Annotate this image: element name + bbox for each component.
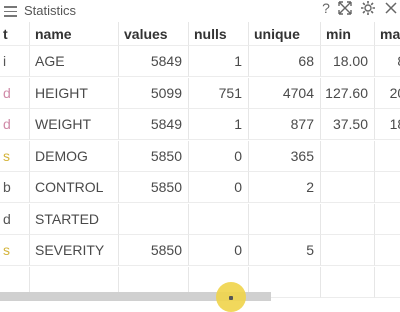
cell-max[interactable]: 203 xyxy=(375,78,400,109)
cell-nulls[interactable]: 0 xyxy=(189,235,249,266)
cell-unique[interactable]: 4704 xyxy=(249,77,321,109)
cell-values[interactable]: 5850 xyxy=(119,140,189,172)
title-bar: Statistics ? xyxy=(0,0,400,22)
cell-t[interactable]: i xyxy=(0,46,30,77)
cell-unique[interactable]: 5 xyxy=(249,235,321,266)
cell-values[interactable]: 5850 xyxy=(119,172,189,203)
table-row[interactable]: b CONTROL 5850 0 2 xyxy=(0,172,400,203)
cell-t[interactable]: b xyxy=(0,172,30,203)
cell-unique[interactable]: 365 xyxy=(249,140,321,172)
table-row[interactable]: d STARTED xyxy=(0,203,400,235)
cell-t[interactable]: s xyxy=(0,140,30,172)
expand-icon[interactable] xyxy=(337,0,353,16)
cell-name[interactable]: SEVERITY xyxy=(30,235,119,266)
cell-nulls[interactable]: 1 xyxy=(189,46,249,77)
cell-name[interactable]: DEMOG xyxy=(30,140,119,172)
column-header-nulls[interactable]: nulls xyxy=(189,22,249,46)
cell-nulls[interactable] xyxy=(189,203,249,235)
settings-icon[interactable] xyxy=(360,0,376,16)
menu-icon[interactable] xyxy=(4,6,17,20)
cell-name[interactable]: HEIGHT xyxy=(30,77,119,109)
table-row[interactable]: s SEVERITY 5850 0 5 xyxy=(0,235,400,266)
cell-values[interactable]: 5099 xyxy=(119,77,189,109)
table-row[interactable]: s DEMOG 5850 0 365 xyxy=(0,140,400,172)
cell-unique[interactable]: 2 xyxy=(249,172,321,203)
column-header-unique[interactable]: unique xyxy=(249,22,321,46)
cell-name[interactable]: STARTED xyxy=(30,203,119,235)
cell-t[interactable]: d xyxy=(0,203,30,235)
cell-min[interactable] xyxy=(321,203,375,235)
table-row[interactable]: iAGE584916818.0089 xyxy=(0,46,400,77)
cursor-pointer xyxy=(229,296,233,300)
help-icon[interactable]: ? xyxy=(318,0,334,16)
column-header-t[interactable]: t xyxy=(0,22,30,46)
cell-nulls[interactable]: 0 xyxy=(189,172,249,203)
cell-nulls[interactable]: 1 xyxy=(189,109,249,140)
cell-values[interactable]: 5850 xyxy=(119,235,189,266)
cell-min[interactable] xyxy=(321,266,375,298)
cell-max[interactable] xyxy=(375,172,400,203)
cell-min[interactable]: 127.60 xyxy=(321,77,375,109)
cell-min[interactable] xyxy=(321,235,375,266)
cell-max[interactable] xyxy=(375,267,400,298)
cell-unique[interactable]: 68 xyxy=(249,46,321,77)
cell-t[interactable]: s xyxy=(0,235,30,266)
column-header-values[interactable]: values xyxy=(119,22,189,46)
cell-max[interactable]: 89 xyxy=(375,46,400,77)
window-title: Statistics xyxy=(24,3,77,18)
cell-values[interactable]: 5849 xyxy=(119,46,189,77)
cell-t[interactable]: d xyxy=(0,77,30,109)
cell-min[interactable]: 37.50 xyxy=(321,109,375,140)
cell-t[interactable]: d xyxy=(0,109,30,140)
cell-max[interactable]: 184 xyxy=(375,109,400,140)
table-row[interactable]: dWEIGHT5849187737.50184 xyxy=(0,109,400,140)
cell-min[interactable] xyxy=(321,140,375,172)
cell-unique[interactable]: 877 xyxy=(249,109,321,140)
column-header-max[interactable]: max xyxy=(375,22,400,46)
cell-name[interactable]: WEIGHT xyxy=(30,109,119,140)
cell-values[interactable] xyxy=(119,203,189,235)
table-row[interactable]: dHEIGHT50997514704127.60203 xyxy=(0,77,400,109)
close-icon[interactable] xyxy=(383,0,399,16)
cell-name[interactable]: AGE xyxy=(30,46,119,77)
cell-values[interactable]: 5849 xyxy=(119,109,189,140)
cell-name[interactable]: CONTROL xyxy=(30,172,119,203)
cell-unique[interactable] xyxy=(249,203,321,235)
column-header-name[interactable]: name xyxy=(30,22,119,46)
cell-min[interactable] xyxy=(321,172,375,203)
cell-max[interactable] xyxy=(375,141,400,172)
cell-nulls[interactable]: 751 xyxy=(189,77,249,109)
cell-max[interactable] xyxy=(375,204,400,235)
cell-max[interactable] xyxy=(375,235,400,266)
cell-nulls[interactable]: 0 xyxy=(189,140,249,172)
cell-min[interactable]: 18.00 xyxy=(321,46,375,77)
column-header-min[interactable]: min xyxy=(321,22,375,46)
